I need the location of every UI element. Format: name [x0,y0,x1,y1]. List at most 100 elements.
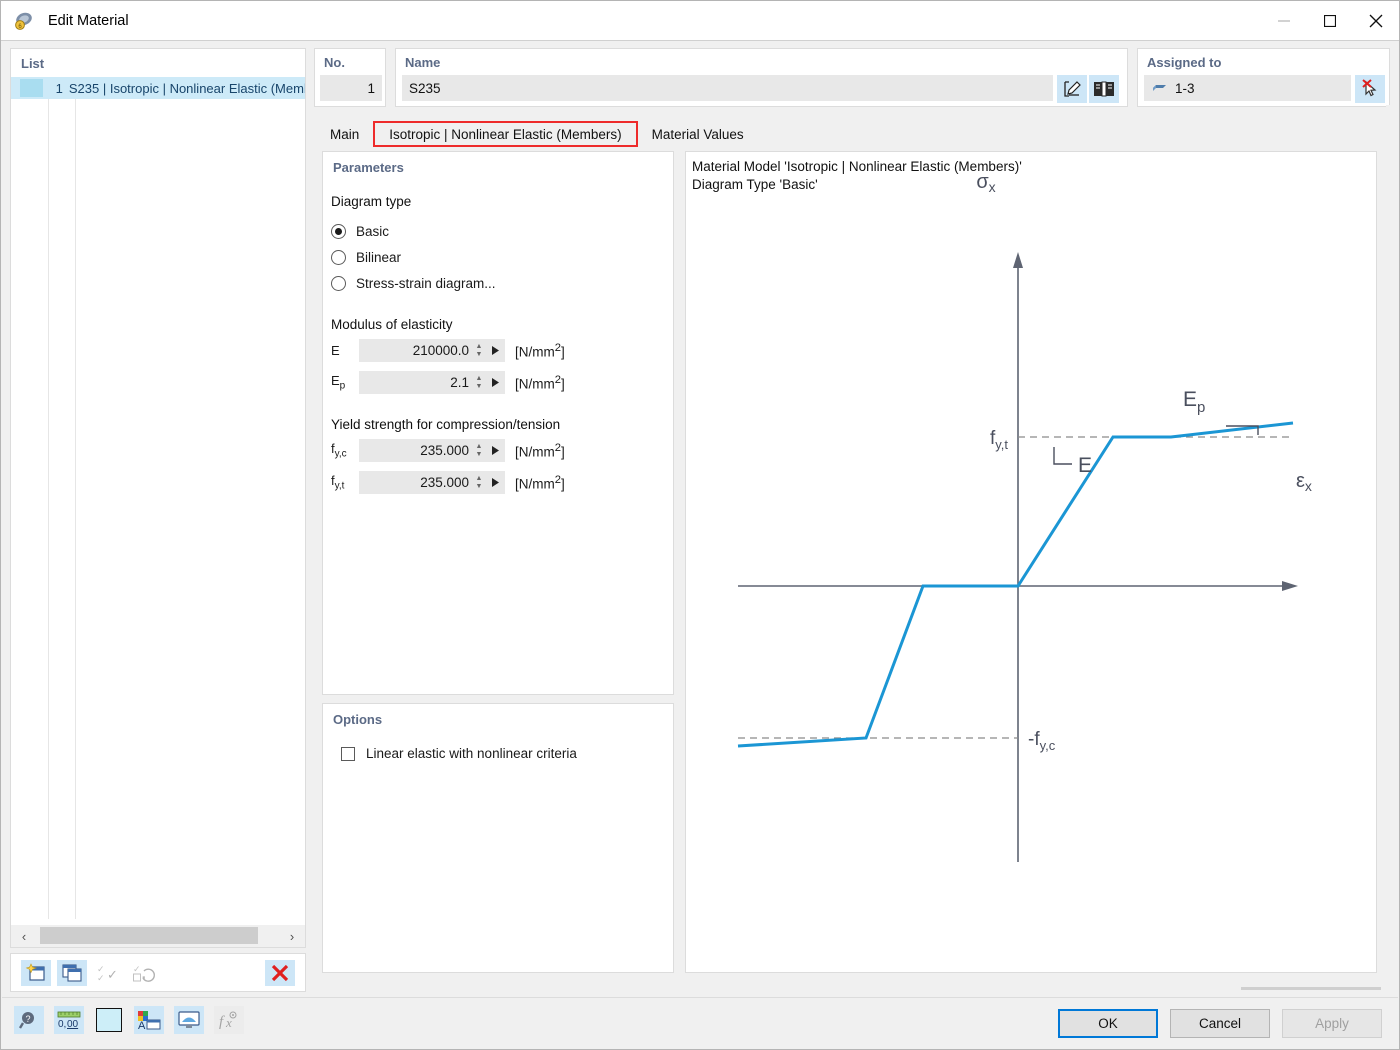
minimize-icon[interactable] [1261,1,1307,40]
svg-text:A: A [138,1020,146,1030]
radio-basic[interactable]: Basic [331,218,661,244]
x-axis-arrowhead [1282,581,1298,591]
fyt-label: fy,t [990,428,1008,452]
modulus-ep-dropdown[interactable] [485,371,505,394]
member-icon [1152,81,1167,96]
yield-fyt-symbol: fy,t [331,473,359,492]
yield-fyc-symbol: fy,c [331,441,359,460]
scroll-right-icon[interactable]: › [279,925,305,947]
stepper-down-icon[interactable]: ▼ [476,351,483,359]
stress-strain-curve [738,423,1293,746]
assigned-to-input[interactable]: 1-3 [1144,75,1351,101]
book-icon[interactable] [1089,75,1119,103]
modulus-e-input[interactable]: 210000.0 [359,339,473,362]
scroll-track[interactable] [37,925,279,947]
tab-isotropic-nonlinear-elastic-members[interactable]: Isotropic | Nonlinear Elastic (Members) [373,121,637,147]
close-icon[interactable] [1353,1,1399,40]
units-000-icon[interactable]: 0, 00 [54,1006,84,1034]
stress-strain-chart: σx εx fy,t -fy,c E Ep [686,152,1376,972]
modulus-e-unit: [N/mm2] [515,342,565,360]
e-slope-label: E [1078,454,1092,477]
yield-fyt-input[interactable]: 235.000 [359,471,473,494]
diagram-type-label: Diagram type [331,194,661,209]
checkbox-icon[interactable] [341,747,355,761]
list-item[interactable]: 1 S235 | Isotropic | Nonlinear Elastic (… [11,77,305,99]
fx-icon[interactable]: f x [214,1006,244,1034]
sub: y,t [335,481,345,492]
radio-bilinear-icon[interactable] [331,250,346,265]
stepper-up-icon[interactable]: ▲ [476,375,483,383]
color-swatch-icon[interactable] [94,1006,124,1034]
list-item-label: S235 | Isotropic | Nonlinear Elastic (Me… [69,81,305,96]
assigned-field-box: Assigned to 1-3 [1137,48,1390,107]
yield-fyc-stepper[interactable]: ▲ ▼ [473,439,485,462]
tab-main[interactable]: Main [316,121,373,147]
list-toolbar: ✓ ✓ ✓ ✓ [10,953,306,992]
modulus-e-stepper[interactable]: ▲ ▼ [473,339,485,362]
name-field-box: Name S235 [395,48,1128,107]
stepper-down-icon[interactable]: ▼ [476,383,483,391]
no-value[interactable]: 1 [320,75,382,101]
select-objects-icon[interactable] [1355,75,1385,103]
no-label: No. [315,49,385,70]
checkbox-linear-elastic-nonlinear-criteria[interactable]: Linear elastic with nonlinear criteria [341,746,577,761]
stepper-up-icon[interactable]: ▲ [476,343,483,351]
yield-fyc-input[interactable]: 235.000 [359,439,473,462]
svg-text:✓: ✓ [97,973,105,983]
delete-material-button[interactable] [265,960,295,986]
yield-fyt-row: fy,t 235.000 ▲ ▼ [N/mm2] [331,469,661,496]
help-magnifier-icon[interactable]: ? [14,1006,44,1034]
sym: E [331,373,340,388]
content-horizontal-scroll-hint[interactable] [1241,987,1381,990]
modulus-e-symbol: E [331,343,359,358]
copy-material-button[interactable] [57,960,87,986]
tab-label: Material Values [652,127,744,142]
sub: y,c [335,449,347,460]
list-horizontal-scrollbar[interactable]: ‹ › [11,925,305,947]
svg-text:✓: ✓ [107,967,118,982]
slope-marker-e [1054,447,1072,464]
stepper-up-icon[interactable]: ▲ [476,443,483,451]
radio-basic-icon[interactable] [331,224,346,239]
yield-fyt-unit: [N/mm2] [515,474,565,492]
modulus-e-dropdown[interactable] [485,339,505,362]
select-all-button[interactable]: ✓ ✓ ✓ [93,960,123,986]
window-title: Edit Material [48,13,129,29]
radio-stress-strain-icon[interactable] [331,276,346,291]
yield-fyc-dropdown[interactable] [485,439,505,462]
tab-bar: Main Isotropic | Nonlinear Elastic (Memb… [316,121,758,147]
scroll-left-icon[interactable]: ‹ [11,925,37,947]
dialog-vertical-scroll-edge[interactable] [1386,105,1398,995]
title-bar: 6 Edit Material [1,1,1399,40]
stepper-up-icon[interactable]: ▲ [476,475,483,483]
material-list[interactable]: 1 S235 | Isotropic | Nonlinear Elastic (… [11,77,305,919]
svg-text:0,: 0, [58,1019,66,1030]
options-panel: Options Linear elastic with nonlinear cr… [322,703,674,973]
scroll-thumb[interactable] [40,927,258,944]
radio-bilinear-label: Bilinear [356,250,401,265]
display-properties-icon[interactable]: A [134,1006,164,1034]
tab-material-values[interactable]: Material Values [638,121,758,147]
y-axis-label: σx [976,171,995,195]
options-title: Options [323,704,673,727]
radio-bilinear[interactable]: Bilinear [331,244,661,270]
yield-fyt-dropdown[interactable] [485,471,505,494]
radio-basic-label: Basic [356,224,389,239]
yield-fyt-stepper[interactable]: ▲ ▼ [473,471,485,494]
list-grid-line [75,99,76,919]
invert-selection-button[interactable]: ✓ [129,960,159,986]
name-input[interactable]: S235 [402,75,1053,101]
cancel-button[interactable]: Cancel [1170,1009,1270,1038]
render-monitor-icon[interactable] [174,1006,204,1034]
radio-stress-strain-diagram[interactable]: Stress-strain diagram... [331,270,661,296]
title-separator [1,40,1399,41]
dialog-footer: ? 0, 00 [2,997,1398,1049]
stepper-down-icon[interactable]: ▼ [476,451,483,459]
modulus-ep-input[interactable]: 2.1 [359,371,473,394]
ok-button[interactable]: OK [1058,1009,1158,1038]
maximize-icon[interactable] [1307,1,1353,40]
modulus-ep-stepper[interactable]: ▲ ▼ [473,371,485,394]
stepper-down-icon[interactable]: ▼ [476,483,483,491]
edit-pencil-icon[interactable] [1057,75,1087,103]
new-material-button[interactable] [21,960,51,986]
